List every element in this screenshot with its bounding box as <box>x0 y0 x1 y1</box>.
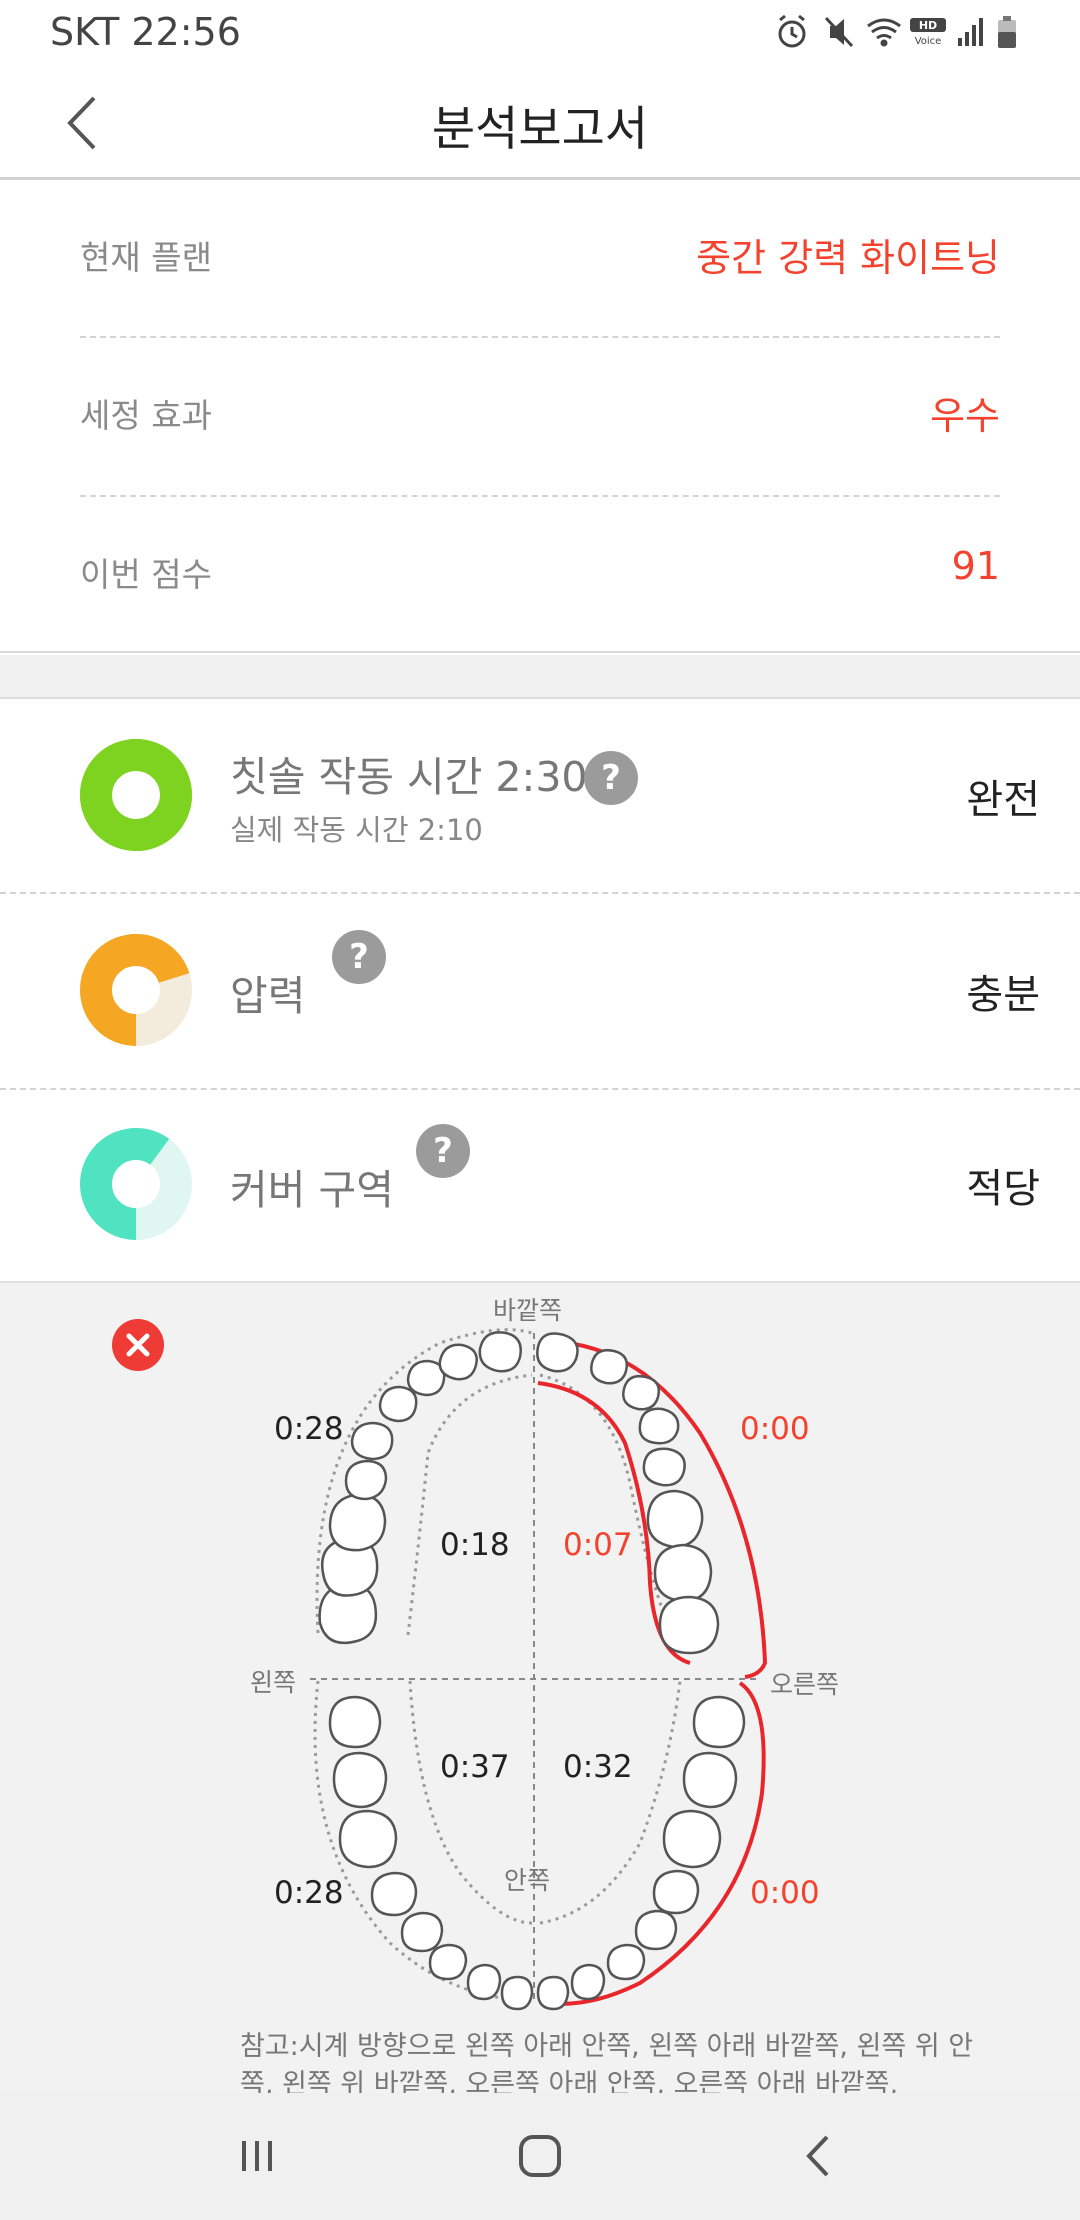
coverage-help-icon[interactable]: ? <box>416 1124 470 1178</box>
actual-time-label: 실제 작동 시간 2:10 <box>230 813 483 847</box>
brushing-time-help-icon[interactable]: ? <box>584 751 638 805</box>
coverage-label: 커버 구역 <box>230 1166 394 1214</box>
page-title: 분석보고서 <box>431 102 649 157</box>
summary-row-score: 이번 점수 91 <box>80 544 1000 628</box>
hd-voice-icon: HD Voice <box>910 18 946 47</box>
pressure-ring <box>80 934 192 1046</box>
upper-inner-outline <box>406 1373 533 1636</box>
cleaning-label: 세정 효과 <box>80 396 212 435</box>
mute-icon <box>824 16 854 48</box>
direction-outer-label: 바깥쪽 <box>493 1296 563 1325</box>
pressure-help-icon[interactable]: ? <box>332 930 386 984</box>
cleaning-value: 우수 <box>930 394 1000 438</box>
direction-left-label: 왼쪽 <box>250 1668 297 1697</box>
nav-back-button[interactable] <box>785 2121 855 2191</box>
system-nav-bar <box>0 2093 1080 2220</box>
zone-upper-left-outer: 0:28 <box>274 1411 344 1447</box>
coverage-ring <box>80 1128 192 1240</box>
brushing-time-status: 완전 <box>966 777 1040 823</box>
zone-lower-left-inner: 0:37 <box>440 1749 510 1785</box>
wifi-icon <box>867 18 901 47</box>
metric-brushing-time: 칫솔 작동 시간 2:30 ? 실제 작동 시간 2:10 완전 <box>0 701 1080 892</box>
status-bar: SKT 22:56 HD Voice <box>0 0 1080 66</box>
back-icon <box>806 2135 829 2177</box>
direction-right-label: 오른쪽 <box>770 1670 840 1699</box>
svg-text:Voice: Voice <box>915 36 942 47</box>
pressure-status: 충분 <box>966 972 1040 1018</box>
recent-apps-button[interactable] <box>222 2121 292 2191</box>
metric-coverage: 커버 구역 ? 적당 <box>0 1090 1080 1281</box>
zone-lower-right-outer: 0:00 <box>750 1875 820 1911</box>
zone-lower-left-outer: 0:28 <box>274 1875 344 1911</box>
brushing-time-label: 칫솔 작동 시간 2:30 <box>230 753 588 801</box>
score-value: 91 <box>951 544 1000 588</box>
summary-row-plan: 현재 플랜 중간 강력 화이트닝 <box>80 231 1000 311</box>
zone-upper-right-inner: 0:07 <box>563 1527 633 1563</box>
metric-pressure: 압력 ? 충분 <box>0 894 1080 1088</box>
status-icons: HD Voice <box>778 14 1016 48</box>
zone-lower-right-inner: 0:32 <box>563 1749 633 1785</box>
battery-icon <box>998 16 1016 48</box>
plan-label: 현재 플랜 <box>80 238 212 277</box>
teeth <box>318 1331 746 2011</box>
signal-icon <box>958 18 983 46</box>
zone-upper-right-outer: 0:00 <box>740 1411 810 1447</box>
svg-text:HD: HD <box>919 19 937 32</box>
alarm-icon <box>778 14 806 48</box>
divider <box>80 336 1000 338</box>
score-label: 이번 점수 <box>80 555 212 594</box>
home-icon <box>519 2135 561 2177</box>
teeth-diagram <box>310 1328 768 2011</box>
coverage-detail-panel: 바깥쪽 안쪽 왼쪽 오른쪽 0:28 0:18 0:07 0:00 0:28 0… <box>0 1281 1080 2100</box>
brushing-time-ring <box>80 739 192 851</box>
recent-apps-icon <box>242 2141 272 2171</box>
direction-inner-label: 안쪽 <box>504 1866 551 1895</box>
ring-fill <box>80 739 192 851</box>
divider <box>80 495 1000 497</box>
section-gap <box>0 655 1080 699</box>
coverage-status: 적당 <box>966 1166 1040 1212</box>
plan-value: 중간 강력 화이트닝 <box>696 236 1000 280</box>
summary-row-cleaning: 세정 효과 우수 <box>80 389 1000 469</box>
app-bar: 분석보고서 <box>0 66 1080 180</box>
status-time: SKT 22:56 <box>50 10 241 54</box>
summary-section: 현재 플랜 중간 강력 화이트닝 세정 효과 우수 이번 점수 91 <box>0 183 1080 653</box>
zone-upper-left-inner: 0:18 <box>440 1527 510 1563</box>
pressure-label: 압력 <box>230 972 306 1020</box>
home-button[interactable] <box>505 2121 575 2191</box>
